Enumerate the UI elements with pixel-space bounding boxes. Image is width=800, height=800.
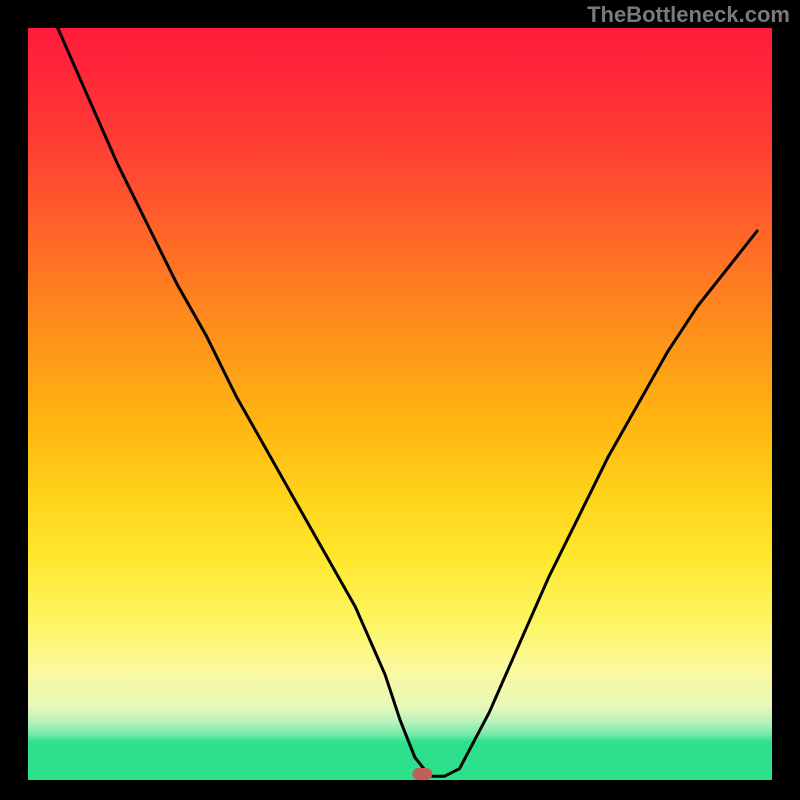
plot-area-gradient [28,28,772,780]
chart-container: TheBottleneck.com [0,0,800,800]
watermark-text: TheBottleneck.com [587,2,790,28]
bottleneck-chart [0,0,800,800]
optimum-marker [412,768,432,780]
